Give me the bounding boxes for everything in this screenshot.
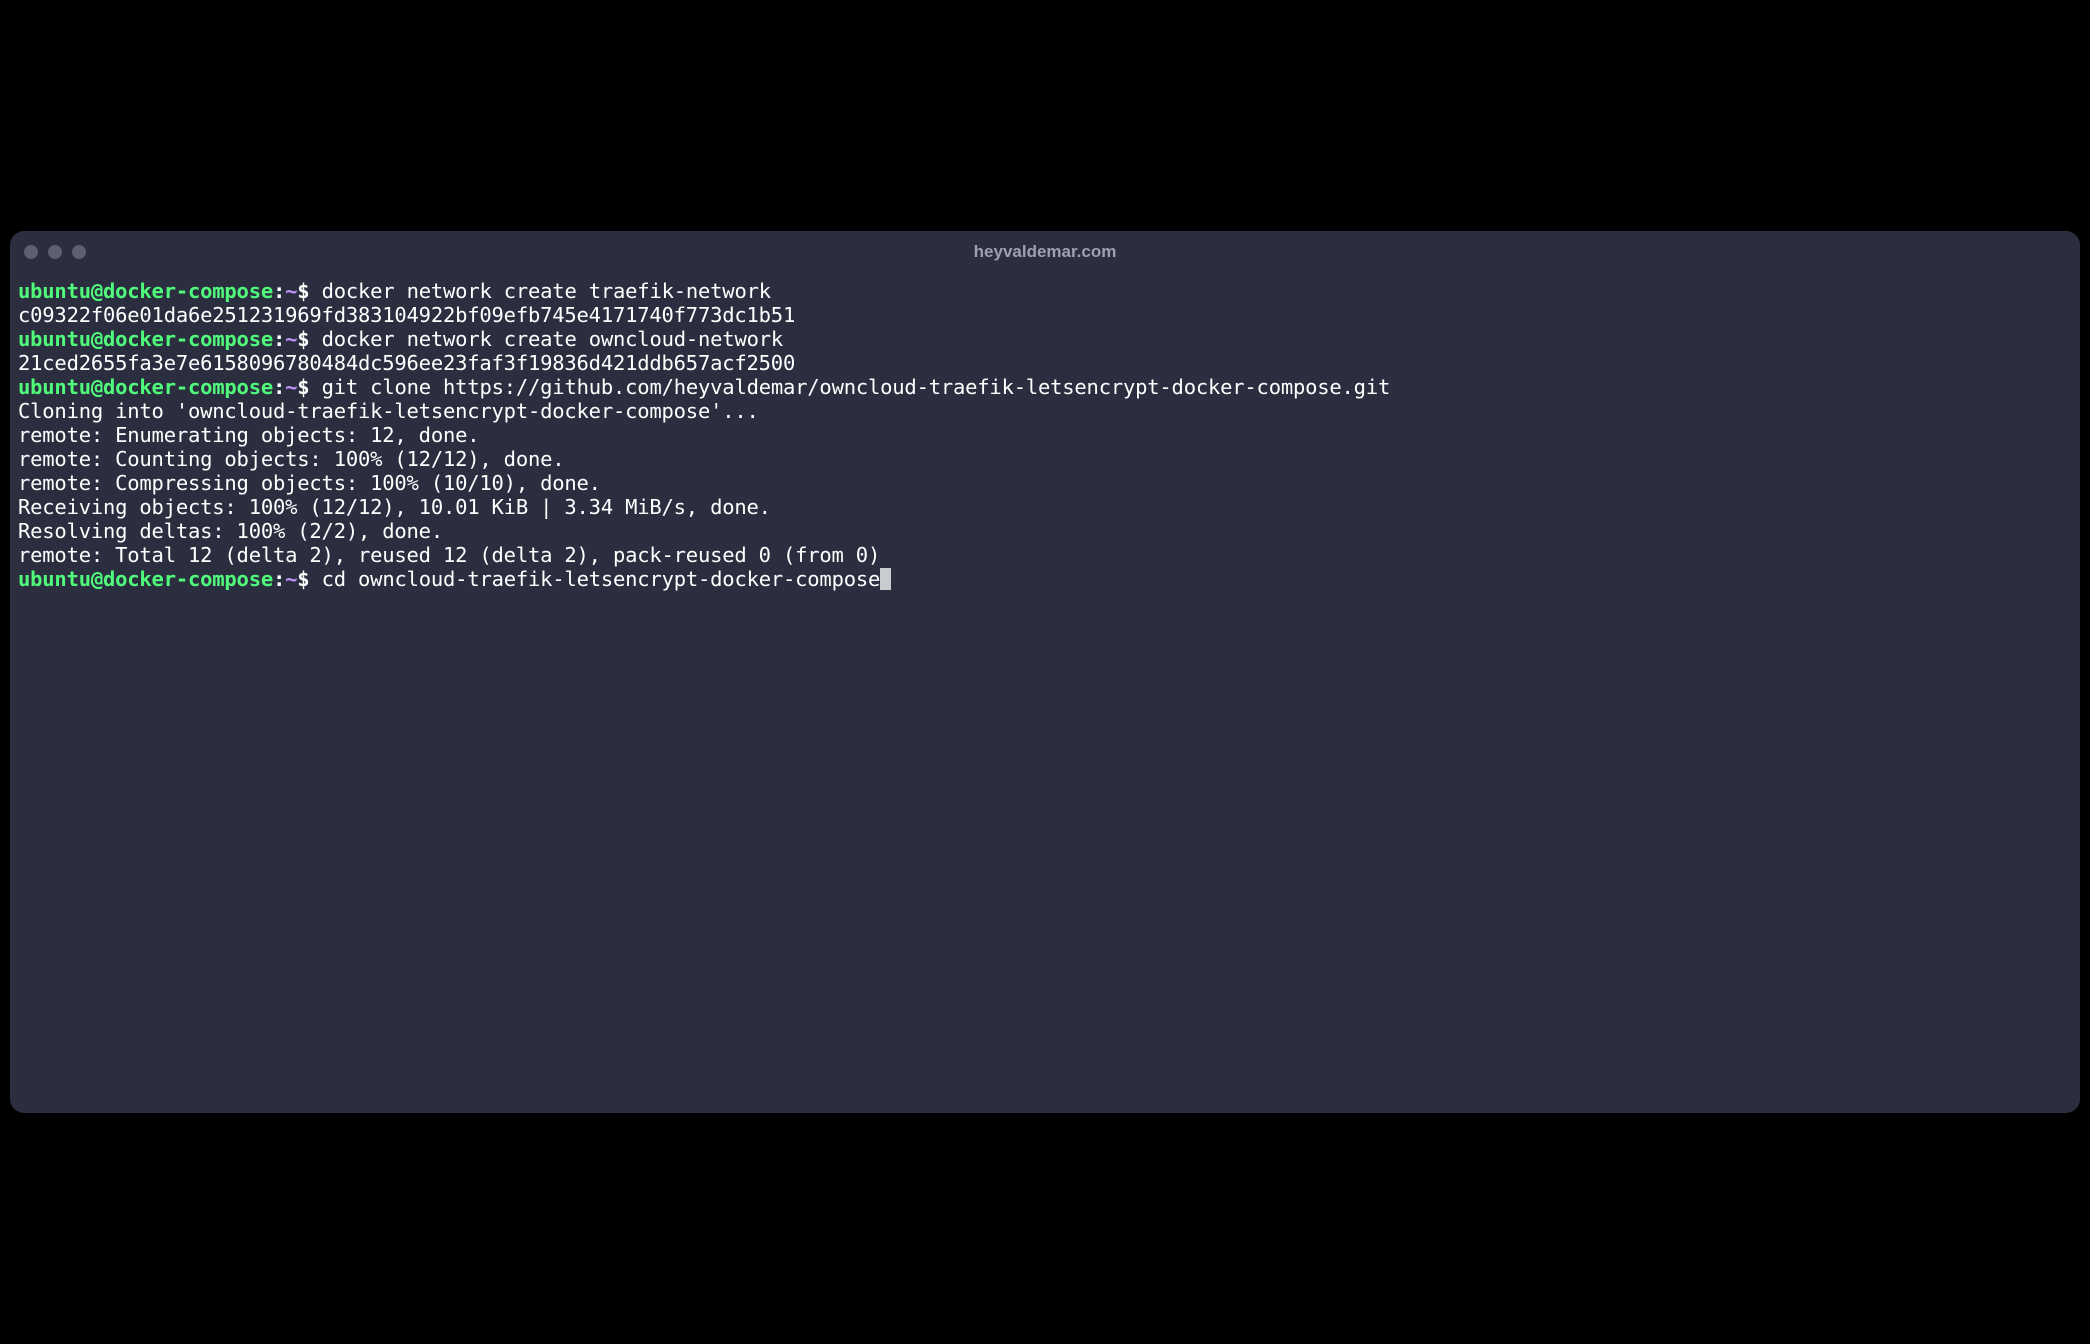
prompt-colon: : [273,375,285,399]
terminal-line: ubuntu@docker-compose:~$ cd owncloud-tra… [18,567,2072,591]
prompt-path: ~ [285,327,297,351]
command-text: cd owncloud-traefik-letsencrypt-docker-c… [322,567,881,591]
terminal-line: ubuntu@docker-compose:~$ git clone https… [18,375,2072,399]
prompt-colon: : [273,279,285,303]
minimize-icon[interactable] [48,245,62,259]
prompt-symbol: $ [297,567,309,591]
terminal-window: heyvaldemar.com ubuntu@docker-compose:~$… [10,231,2080,1113]
output-line: Resolving deltas: 100% (2/2), done. [18,519,2072,543]
command-text: docker network create owncloud-network [322,327,783,351]
output-line: Cloning into 'owncloud-traefik-letsencry… [18,399,2072,423]
output-line: remote: Total 12 (delta 2), reused 12 (d… [18,543,2072,567]
window-title: heyvaldemar.com [974,242,1117,262]
prompt-user-host: ubuntu@docker-compose [18,327,273,351]
title-bar: heyvaldemar.com [10,231,2080,273]
prompt-path: ~ [285,567,297,591]
command-text: git clone https://github.com/heyvaldemar… [322,375,1391,399]
prompt-user-host: ubuntu@docker-compose [18,375,273,399]
command-text [309,375,321,399]
prompt-colon: : [273,567,285,591]
prompt-symbol: $ [297,327,309,351]
output-line: c09322f06e01da6e251231969fd383104922bf09… [18,303,2072,327]
close-icon[interactable] [24,245,38,259]
terminal-line: ubuntu@docker-compose:~$ docker network … [18,327,2072,351]
command-text [309,279,321,303]
prompt-colon: : [273,327,285,351]
cursor-icon [880,568,891,590]
output-line: remote: Enumerating objects: 12, done. [18,423,2072,447]
terminal-line: ubuntu@docker-compose:~$ docker network … [18,279,2072,303]
output-line: remote: Counting objects: 100% (12/12), … [18,447,2072,471]
terminal-body[interactable]: ubuntu@docker-compose:~$ docker network … [10,273,2080,1113]
maximize-icon[interactable] [72,245,86,259]
prompt-symbol: $ [297,375,309,399]
command-text: docker network create traefik-network [322,279,771,303]
output-line: 21ced2655fa3e7e6158096780484dc596ee23faf… [18,351,2072,375]
traffic-lights [24,245,86,259]
prompt-path: ~ [285,375,297,399]
output-line: Receiving objects: 100% (12/12), 10.01 K… [18,495,2072,519]
command-text [309,567,321,591]
output-line: remote: Compressing objects: 100% (10/10… [18,471,2072,495]
command-text [309,327,321,351]
prompt-user-host: ubuntu@docker-compose [18,567,273,591]
prompt-symbol: $ [297,279,309,303]
prompt-user-host: ubuntu@docker-compose [18,279,273,303]
prompt-path: ~ [285,279,297,303]
